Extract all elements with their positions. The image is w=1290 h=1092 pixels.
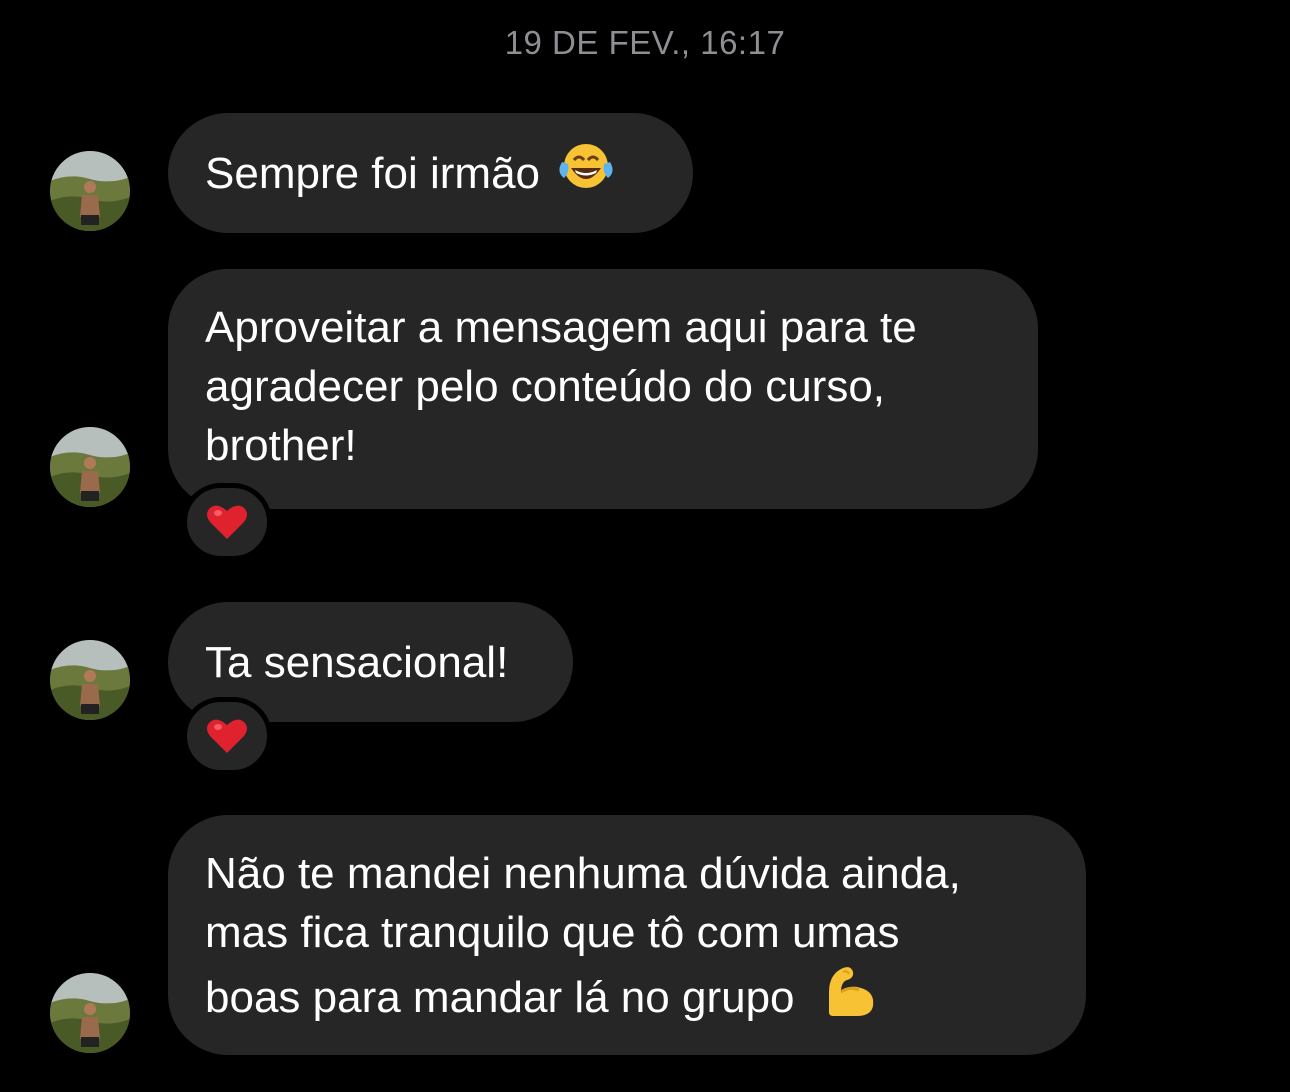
laughing-tears-emoji <box>556 140 616 207</box>
sender-avatar[interactable] <box>50 973 130 1053</box>
heart-icon <box>207 719 247 753</box>
flexed-biceps-emoji <box>821 962 879 1033</box>
sender-avatar[interactable] <box>50 640 130 720</box>
sender-avatar[interactable] <box>50 151 130 231</box>
message-text: Ta sensacional! <box>205 637 509 687</box>
message-text: Sempre foi irmão <box>205 148 541 198</box>
sender-avatar[interactable] <box>50 427 130 507</box>
heart-reaction[interactable] <box>182 697 272 775</box>
message-bubble[interactable]: Não te mandei nenhuma dúvida ainda, mas … <box>168 815 1086 1055</box>
message-bubble[interactable]: Aproveitar a mensagem aqui para te agrad… <box>168 269 1038 509</box>
chat-timestamp: 19 DE FEV., 16:17 <box>504 24 786 61</box>
message-text: Aproveitar a mensagem aqui para te agrad… <box>205 303 917 470</box>
heart-reaction[interactable] <box>182 483 272 561</box>
heart-icon <box>207 505 247 539</box>
message-bubble[interactable]: Sempre foi irmão <box>168 113 693 233</box>
